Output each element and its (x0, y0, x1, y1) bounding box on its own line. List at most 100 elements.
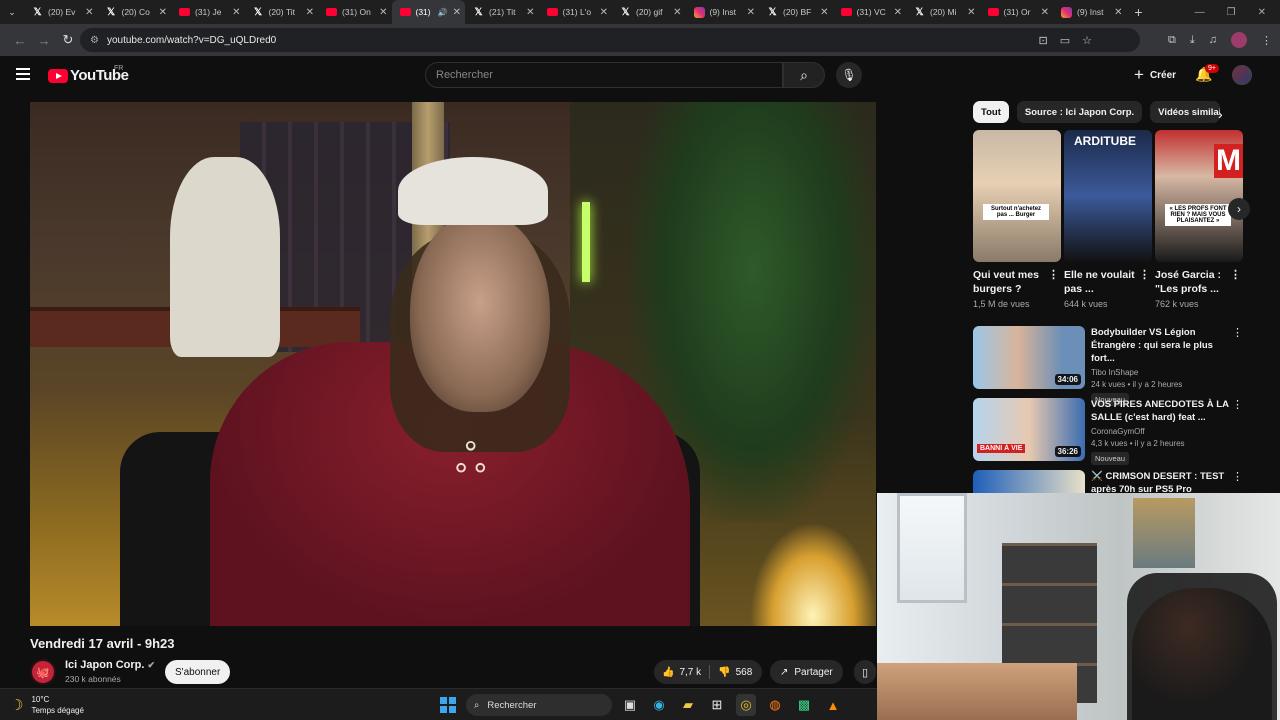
vlc-icon[interactable]: ▲ (823, 694, 843, 716)
video-thumbnail[interactable]: 34:06 (973, 326, 1085, 389)
more-options-icon[interactable]: ⋮ (1232, 470, 1243, 483)
tab-close-icon[interactable]: ✕ (453, 7, 461, 18)
media-controls-icon[interactable]: ♫ (1209, 34, 1217, 46)
new-tab-button[interactable]: + (1127, 4, 1151, 20)
list-item[interactable]: BANNI À VIE 36:26 VOS PIRES ANECDOTES À … (973, 396, 1245, 468)
microphone-icon[interactable]: 🎙 (836, 62, 862, 88)
chrome-browser-icon[interactable]: ◎ (736, 694, 756, 716)
profile-avatar[interactable] (1231, 32, 1247, 48)
edge-browser-icon[interactable]: ◉ (649, 694, 669, 716)
share-button[interactable]: ↗ Partager (770, 660, 843, 684)
extensions-icon[interactable]: ⧉ (1168, 34, 1176, 47)
install-app-icon[interactable]: ⊡ (1039, 34, 1048, 47)
close-window-icon[interactable]: ✕ (1258, 7, 1266, 18)
search-icon[interactable]: ⌕ (783, 62, 825, 88)
back-icon[interactable]: ← (8, 33, 32, 48)
chips-next-chevron-icon[interactable]: › (1218, 106, 1223, 122)
tab-close-icon[interactable]: ✕ (673, 7, 681, 18)
forward-icon[interactable]: → (32, 33, 56, 48)
short-thumbnail[interactable]: ARDITUBE (1064, 130, 1152, 262)
browser-tab[interactable]: (9) Inst ✕ (686, 0, 760, 24)
more-options-icon[interactable]: ⋮ (1232, 326, 1243, 339)
tab-close-icon[interactable]: ✕ (306, 7, 314, 18)
browser-tab[interactable]: 𝕏 (20) Ev ✕ (24, 0, 98, 24)
weather-widget[interactable]: ☽ 10°C Temps dégagé (10, 694, 84, 716)
account-avatar[interactable] (1232, 65, 1252, 85)
browser-tab[interactable]: 𝕏 (20) gif ✕ (612, 0, 686, 24)
channel-name[interactable]: Ici Japon Corp. (65, 659, 144, 671)
save-bookmark-icon[interactable]: ▯ (854, 660, 876, 684)
bookmark-star-icon[interactable]: ☆ (1082, 34, 1092, 47)
site-info-icon[interactable]: ⚙ (90, 35, 99, 46)
menu-hamburger-icon[interactable] (16, 68, 30, 80)
browser-tab[interactable]: (31) Je ✕ (171, 0, 245, 24)
browser-tab[interactable]: (31) 🔊 ✕ (391, 0, 465, 24)
browser-menu-icon[interactable]: ⋮ (1261, 34, 1272, 47)
short-item[interactable]: M « LES PROFS FONT RIEN ? MAIS VOUS PLAI… (1155, 130, 1243, 309)
browser-tab[interactable]: (31) On ✕ (318, 0, 392, 24)
browser-tab[interactable]: 𝕏 (20) Co ✕ (98, 0, 172, 24)
browser-tab[interactable]: 𝕏 (20) Tit ✕ (245, 0, 319, 24)
dislike-button[interactable]: 👎 568 (710, 660, 760, 684)
tab-close-icon[interactable]: ✕ (232, 7, 240, 18)
rec-video-title[interactable]: Bodybuilder VS Légion Étrangère : qui se… (1091, 326, 1231, 365)
rec-channel-name[interactable]: Tibo InShape (1091, 368, 1231, 377)
list-item[interactable]: 34:06 Bodybuilder VS Légion Étrangère : … (973, 324, 1245, 406)
channel-name-row[interactable]: Ici Japon Corp. ✔ (65, 659, 155, 671)
download-icon[interactable]: ⤓ (1190, 34, 1195, 47)
rec-video-title[interactable]: VOS PIRES ANECDOTES À LA SALLE (c'est ha… (1091, 398, 1231, 424)
firefox-icon[interactable]: ◍ (765, 694, 785, 716)
tab-close-icon[interactable]: ✕ (379, 7, 387, 18)
chip-similar[interactable]: Vidéos similair (1150, 101, 1221, 123)
subscribe-button[interactable]: S'abonner (165, 660, 231, 684)
youtube-logo[interactable]: YouTube FR (48, 65, 129, 84)
browser-tab[interactable]: 𝕏 (21) Tit ✕ (465, 0, 539, 24)
browser-tab[interactable]: 𝕏 (20) BF ✕ (759, 0, 833, 24)
short-item[interactable]: Surtout n'achetez pas ... Burger Qui veu… (973, 130, 1061, 309)
shorts-next-chevron-icon[interactable]: › (1228, 198, 1250, 220)
short-thumbnail[interactable]: Surtout n'achetez pas ... Burger (973, 130, 1061, 262)
rec-channel-name[interactable]: CoronaGymOff (1091, 427, 1231, 436)
more-options-icon[interactable]: ⋮ (1139, 268, 1150, 282)
browser-tab[interactable]: (31) Or ✕ (980, 0, 1054, 24)
short-title[interactable]: Elle ne voulait pas ... (1064, 269, 1135, 295)
cast-icon[interactable]: ▭ (1060, 34, 1070, 47)
tab-close-icon[interactable]: ✕ (600, 7, 608, 18)
chip-all[interactable]: Tout (973, 101, 1009, 123)
minimize-icon[interactable]: — (1195, 7, 1205, 18)
task-view-icon[interactable]: ▣ (620, 694, 640, 716)
microsoft-store-icon[interactable]: ⊞ (707, 694, 727, 716)
tab-close-icon[interactable]: ✕ (894, 7, 902, 18)
short-title[interactable]: José Garcia : "Les profs ... (1155, 269, 1221, 295)
tab-close-icon[interactable]: ✕ (820, 7, 828, 18)
tab-search-chevron-icon[interactable]: ⌄ (0, 0, 24, 24)
taskbar-search[interactable]: ⌕ Rechercher (466, 694, 612, 716)
create-button[interactable]: + Créer (1126, 62, 1184, 88)
audio-playing-icon[interactable]: 🔊 (438, 8, 448, 17)
url-field[interactable]: ⚙ youtube.com/watch?v=DG_uQLDred0 (80, 28, 1140, 52)
file-explorer-icon[interactable]: ▰ (678, 694, 698, 716)
search-input[interactable]: Rechercher (425, 62, 783, 88)
more-options-icon[interactable]: ⋮ (1230, 268, 1241, 282)
tab-close-icon[interactable]: ✕ (526, 7, 534, 18)
windows-start-icon[interactable] (440, 697, 456, 713)
tab-close-icon[interactable]: ✕ (967, 7, 975, 18)
video-thumbnail[interactable]: BANNI À VIE 36:26 (973, 398, 1085, 461)
video-player[interactable]: ஃ (30, 102, 876, 626)
channel-avatar[interactable]: 🐙 (30, 659, 56, 685)
tab-close-icon[interactable]: ✕ (747, 7, 755, 18)
maximize-icon[interactable]: ❐ (1227, 7, 1236, 18)
short-item[interactable]: ARDITUBE Elle ne voulait pas ... ⋮ 644 k … (1064, 130, 1152, 309)
chip-source[interactable]: Source : Ici Japon Corp. (1016, 101, 1143, 123)
short-title[interactable]: Qui veut mes burgers ? (973, 269, 1039, 295)
browser-tab[interactable]: 𝕏 (20) Mi ✕ (906, 0, 980, 24)
short-thumbnail[interactable]: M « LES PROFS FONT RIEN ? MAIS VOUS PLAI… (1155, 130, 1243, 262)
browser-tab[interactable]: (31) VC ✕ (833, 0, 907, 24)
tab-close-icon[interactable]: ✕ (1041, 7, 1049, 18)
browser-tab[interactable]: (9) Inst ✕ (1053, 0, 1127, 24)
tab-close-icon[interactable]: ✕ (85, 7, 93, 18)
app-green-icon[interactable]: ▩ (794, 694, 814, 716)
reload-icon[interactable]: ↻ (56, 32, 80, 48)
tab-close-icon[interactable]: ✕ (1114, 7, 1122, 18)
more-options-icon[interactable]: ⋮ (1232, 398, 1243, 411)
